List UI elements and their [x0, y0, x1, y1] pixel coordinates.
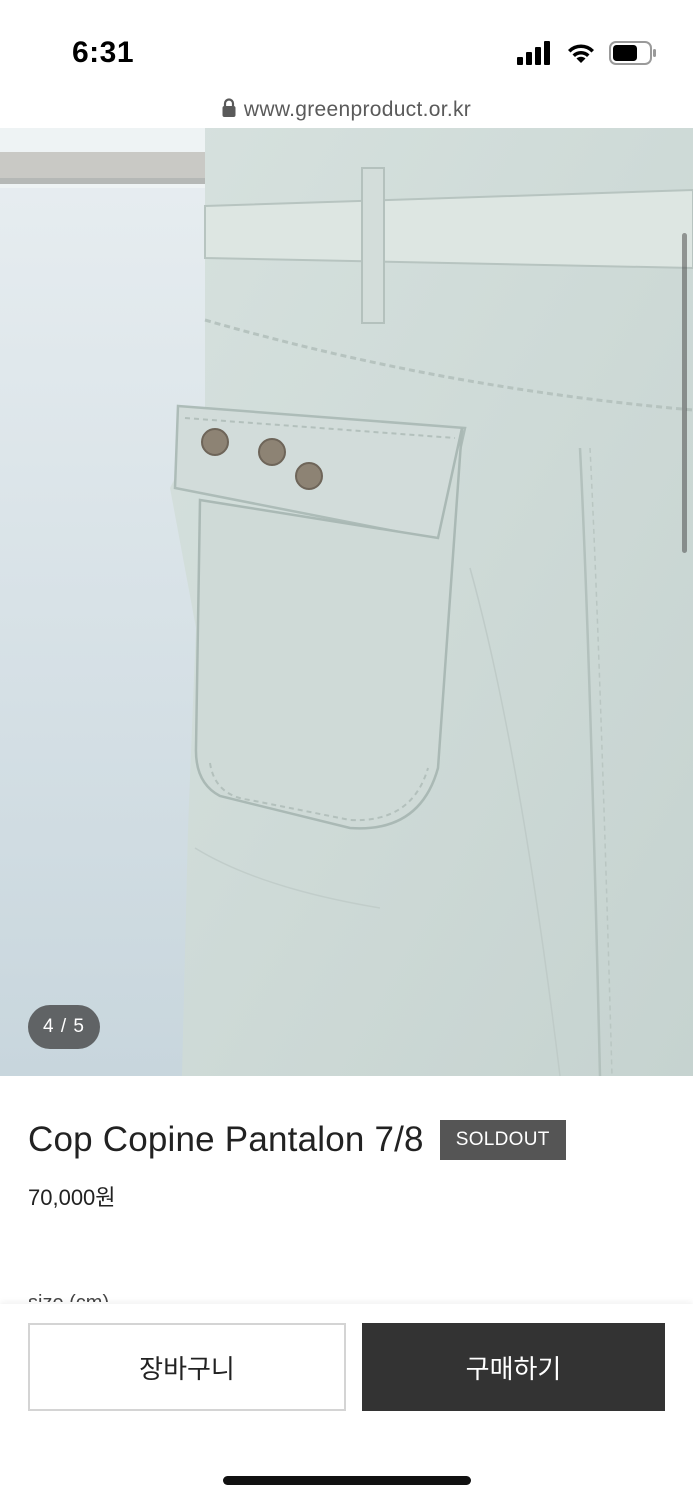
home-indicator[interactable]	[223, 1476, 471, 1485]
status-icons	[517, 40, 657, 70]
url-text: www.greenproduct.or.kr	[243, 98, 472, 121]
buy-now-button[interactable]: 구매하기	[362, 1323, 665, 1411]
url-bar[interactable]: www.greenproduct.or.kr	[0, 92, 693, 128]
wifi-icon	[565, 41, 597, 70]
lock-icon	[222, 97, 236, 123]
status-bar: 6:31	[0, 0, 693, 92]
product-name: Cop Copine Pantalon 7/8	[28, 1120, 424, 1159]
product-info: Cop Copine Pantalon 7/8 SOLDOUT 70,000원	[28, 1120, 668, 1212]
bottom-action-bar: 장바구니 구매하기	[0, 1304, 693, 1500]
product-image-gallery[interactable]: 4 / 5	[0, 128, 693, 1076]
title-row: Cop Copine Pantalon 7/8 SOLDOUT	[28, 1120, 668, 1160]
gallery-page-indicator: 4 / 5	[28, 1005, 100, 1049]
soldout-badge: SOLDOUT	[439, 1120, 566, 1160]
product-photo	[0, 128, 693, 1076]
size-label: size (cm)	[28, 1288, 109, 1302]
scrollbar[interactable]	[682, 233, 687, 553]
battery-icon	[609, 40, 657, 70]
product-price: 70,000원	[28, 1185, 116, 1210]
signal-icon	[517, 40, 553, 70]
status-time: 6:31	[72, 36, 135, 69]
add-to-cart-button[interactable]: 장바구니	[28, 1323, 346, 1411]
